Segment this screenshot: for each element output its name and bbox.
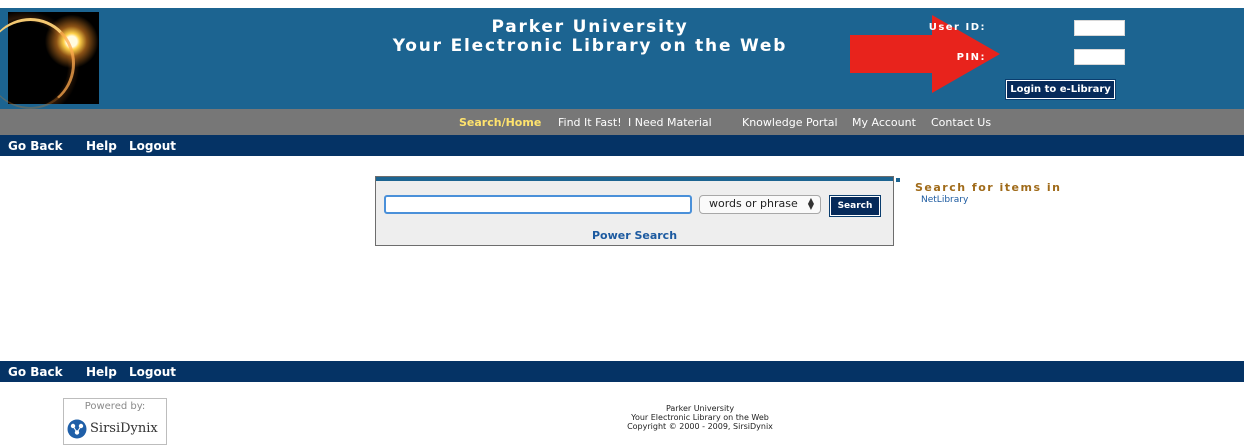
search-button[interactable]: Search xyxy=(829,195,881,217)
logout-link-bottom[interactable]: Logout xyxy=(129,365,176,379)
toolbar-top: Go Back Help Logout xyxy=(0,135,1244,156)
footer-line1: Parker University xyxy=(665,404,735,413)
search-type-select[interactable]: words or phrase ▲ ▼ xyxy=(699,195,821,214)
site-title-line2: Your Electronic Library on the Web xyxy=(392,36,788,56)
header-banner: Parker University Your Electronic Librar… xyxy=(0,8,1244,109)
help-link[interactable]: Help xyxy=(86,139,117,153)
powered-by-badge[interactable]: Powered by: SirsiDynix xyxy=(63,398,167,445)
nav-search-home[interactable]: Search/Home xyxy=(459,116,541,129)
nav-i-need-material[interactable]: I Need Material xyxy=(628,116,712,129)
footer-copyright: Parker University Your Electronic Librar… xyxy=(500,404,900,431)
main-nav: Search/Home Find It Fast! I Need Materia… xyxy=(0,109,1244,135)
go-back-link-bottom[interactable]: Go Back xyxy=(8,365,63,379)
panel-corner-mark xyxy=(896,178,900,182)
powered-by-label: Powered by: xyxy=(84,401,146,412)
search-input[interactable] xyxy=(384,195,692,214)
nav-find-it-fast[interactable]: Find It Fast! xyxy=(558,116,622,129)
go-back-link[interactable]: Go Back xyxy=(8,139,63,153)
sirsidynix-logo-icon xyxy=(67,419,87,439)
logout-link[interactable]: Logout xyxy=(129,139,176,153)
site-title-line1: Parker University xyxy=(491,17,689,37)
netlibrary-link[interactable]: NetLibrary xyxy=(921,195,968,205)
sirsidynix-name: SirsiDynix xyxy=(90,421,158,436)
site-title: Parker University Your Electronic Librar… xyxy=(340,18,840,56)
eclipse-logo xyxy=(0,12,99,109)
userid-label: User ID: xyxy=(928,22,986,33)
select-arrows-icon: ▲ ▼ xyxy=(807,196,814,211)
search-panel: words or phrase ▲ ▼ Search Power Search xyxy=(375,176,894,246)
help-link-bottom[interactable]: Help xyxy=(86,365,117,379)
userid-field[interactable] xyxy=(1074,20,1125,36)
footer-line2: Your Electronic Library on the Web xyxy=(631,413,769,422)
nav-contact-us[interactable]: Contact Us xyxy=(931,116,991,129)
footer-line3: Copyright © 2000 - 2009, SirsiDynix xyxy=(627,422,773,431)
power-search-link[interactable]: Power Search xyxy=(376,229,893,242)
login-button[interactable]: Login to e-Library xyxy=(1005,79,1116,100)
toolbar-bottom: Go Back Help Logout xyxy=(0,361,1244,382)
nav-knowledge-portal[interactable]: Knowledge Portal xyxy=(742,116,838,129)
search-type-value: words or phrase xyxy=(709,197,798,210)
nav-my-account[interactable]: My Account xyxy=(852,116,916,129)
pin-label: PIN: xyxy=(956,52,986,63)
search-panel-strip xyxy=(376,177,893,181)
pin-field[interactable] xyxy=(1074,49,1125,65)
search-items-heading: Search for items in xyxy=(915,181,1062,194)
